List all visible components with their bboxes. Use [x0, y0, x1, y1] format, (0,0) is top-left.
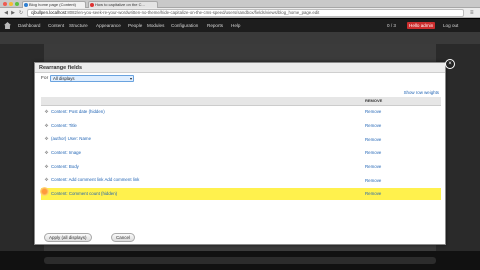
- browser-tab[interactable]: Blog home page (Content): [22, 1, 86, 8]
- table-row[interactable]: ✥ Content: Title Remove: [41, 118, 441, 133]
- field-label: Content: Body: [51, 163, 79, 169]
- show-row-weights-link[interactable]: Show row weights: [404, 90, 439, 95]
- table-row[interactable]: ✥ Content: Image Remove: [41, 146, 441, 161]
- drag-handle-icon[interactable]: ✥: [44, 164, 49, 170]
- drag-handle-icon[interactable]: ✥: [44, 136, 49, 142]
- toolbar-item-appearance[interactable]: Appearance: [96, 23, 121, 28]
- remove-link[interactable]: Remove: [365, 191, 381, 196]
- reload-icon[interactable]: ↻: [18, 10, 24, 16]
- home-icon[interactable]: [4, 22, 11, 29]
- zoom-window-icon[interactable]: [15, 2, 19, 6]
- user-badge[interactable]: Hello admin: [407, 22, 436, 29]
- tab-label: Blog home page (Content): [29, 2, 76, 7]
- drag-handle-icon[interactable]: ✥: [44, 109, 49, 115]
- toolbar-item-content[interactable]: Content: [48, 23, 64, 28]
- drupal-favicon-icon: [24, 3, 28, 7]
- dialog-actions: Apply (all displays) Cancel: [35, 231, 445, 244]
- table-header-row: REMOVE: [41, 97, 441, 106]
- field-label: Content: Comment count (hidden): [51, 190, 118, 196]
- minimize-window-icon[interactable]: [9, 2, 13, 6]
- forward-icon[interactable]: ▶: [10, 10, 16, 16]
- remove-link[interactable]: Remove: [365, 123, 381, 128]
- dialog-title: Rearrange fields: [39, 65, 83, 71]
- shortcut-counter: 0 / 3: [387, 23, 396, 28]
- logout-link[interactable]: Log out: [443, 23, 458, 28]
- remove-link[interactable]: Remove: [365, 137, 381, 142]
- url-field[interactable]: cjbullpen.localhost:8082/en-you-seek-re-…: [27, 9, 464, 17]
- remove-link[interactable]: Remove: [365, 109, 381, 114]
- remove-link[interactable]: Remove: [365, 150, 381, 155]
- toolbar-item-configuration[interactable]: Configuration: [171, 23, 198, 28]
- address-bar-row: ◀ ▶ ↻ cjbullpen.localhost:8082/en-you-se…: [0, 8, 480, 18]
- toolbar-item-structure[interactable]: Structure: [69, 23, 88, 28]
- footer-bar: [44, 257, 436, 264]
- back-icon[interactable]: ◀: [3, 10, 9, 16]
- toolbar-item-dashboard[interactable]: Dashboard: [18, 23, 40, 28]
- url-path: :8082/en-you-seek-re-your-wordwritten-no…: [66, 10, 320, 15]
- apply-button[interactable]: Apply (all displays): [44, 233, 92, 242]
- youtube-favicon-icon: [90, 3, 94, 7]
- cancel-button[interactable]: Cancel: [111, 233, 136, 242]
- browser-tab-bar: Blog home page (Content) How to capitali…: [0, 0, 480, 8]
- field-label: Content: Title: [51, 122, 77, 128]
- fields-table: REMOVE ✥ Content: Post date (hidden) Remo…: [41, 97, 441, 202]
- tab-label: How to capitalize on the C...: [95, 2, 145, 7]
- table-row[interactable]: ✥ Content: Body Remove: [41, 159, 441, 174]
- remove-link[interactable]: Remove: [365, 178, 381, 183]
- table-row[interactable]: ✥ Content: Post date (hidden) Remove: [41, 105, 441, 120]
- toolbar-item-help[interactable]: Help: [231, 23, 240, 28]
- field-label: Content: Add comment link Add comment li…: [51, 177, 140, 183]
- table-row-dragging[interactable]: ✥Content: Comment count (hidden) Remove: [41, 187, 441, 202]
- field-label: Content: Post date (hidden): [51, 108, 105, 114]
- rearrange-fields-dialog: Rearrange fields For All displays Show r…: [34, 62, 446, 245]
- url-host: cjbullpen.localhost: [31, 10, 67, 15]
- drag-handle-icon[interactable]: ✥: [44, 177, 49, 183]
- dialog-close-icon[interactable]: ×: [445, 59, 455, 69]
- mouse-cursor-icon: [40, 187, 49, 196]
- remove-column-header: REMOVE: [365, 97, 441, 106]
- for-label: For: [41, 76, 49, 81]
- browser-tab[interactable]: How to capitalize on the C...: [88, 1, 158, 8]
- table-row[interactable]: ✥ (author) User: Name Remove: [41, 132, 441, 147]
- display-select-value: All displays: [53, 76, 75, 81]
- close-window-icon[interactable]: [3, 2, 7, 6]
- shortcuts-bar: [0, 32, 480, 44]
- table-row[interactable]: ✥ Content: Add comment link Add comment l…: [41, 173, 441, 188]
- remove-link[interactable]: Remove: [365, 164, 381, 169]
- browser-menu-icon[interactable]: ≡: [470, 10, 476, 16]
- drag-handle-icon[interactable]: ✥: [44, 123, 49, 129]
- toolbar-item-people[interactable]: People: [128, 23, 142, 28]
- field-label: (author) User: Name: [51, 136, 92, 142]
- drag-handle-icon[interactable]: ✥: [44, 150, 49, 156]
- toolbar-item-reports[interactable]: Reports: [207, 23, 223, 28]
- field-column-header: [41, 97, 365, 106]
- field-label: Content: Image: [51, 149, 82, 155]
- page-footer-area: [0, 251, 480, 270]
- display-select[interactable]: All displays: [50, 75, 134, 82]
- admin-toolbar: Dashboard Content Structure Appearance P…: [0, 19, 480, 32]
- window-controls[interactable]: [3, 2, 19, 6]
- toolbar-item-modules[interactable]: Modules: [147, 23, 164, 28]
- dialog-header: Rearrange fields: [35, 63, 445, 73]
